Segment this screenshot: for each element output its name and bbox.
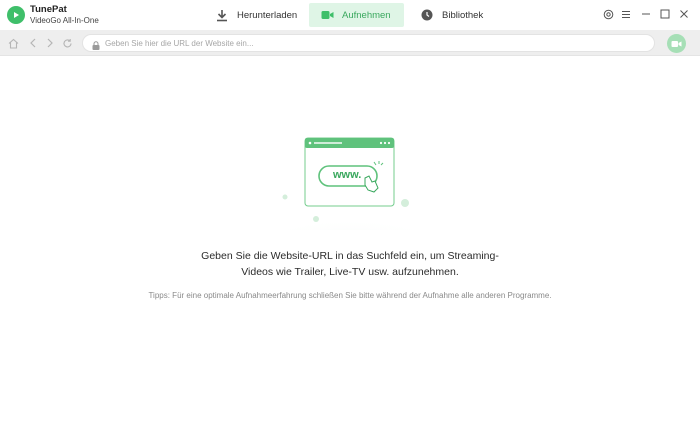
instruction-line-2: Videos wie Trailer, Live-TV usw. aufzune… [241, 266, 459, 278]
record-button[interactable] [667, 34, 686, 53]
tab-record[interactable]: Aufnehmen [309, 3, 404, 27]
settings-icon[interactable] [602, 8, 614, 20]
download-icon [215, 8, 229, 22]
instruction-line-1: Geben Sie die Website-URL in das Suchfel… [201, 250, 499, 262]
close-icon[interactable] [678, 8, 690, 20]
tab-record-label: Aufnehmen [342, 9, 391, 21]
url-bar [82, 34, 655, 52]
navigation-bar [0, 30, 700, 56]
forward-icon[interactable] [44, 37, 56, 49]
tip-text: Tipps: Für eine optimale Aufnahmeerfahru… [148, 291, 552, 300]
tab-library[interactable]: Bibliothek [420, 3, 483, 27]
clock-icon [420, 8, 434, 22]
app-subtitle: VideoGo All-In-One [30, 16, 99, 25]
tab-download[interactable]: Herunterladen [215, 3, 297, 27]
back-icon[interactable] [27, 37, 39, 49]
minimize-icon[interactable] [640, 8, 652, 20]
tab-library-label: Bibliothek [442, 9, 484, 21]
maximize-icon[interactable] [659, 8, 671, 20]
tab-download-label: Herunterladen [237, 9, 298, 21]
lock-icon [91, 38, 101, 50]
video-camera-icon [320, 8, 334, 22]
app-logo-icon [7, 6, 25, 24]
title-bar: TunePat VideoGo All-In-One Herunterladen… [0, 0, 700, 30]
browser-illustration: www. [255, 130, 445, 260]
app-name: TunePat [30, 4, 67, 15]
video-camera-icon [671, 40, 682, 48]
instruction-message: Geben Sie die Website-URL in das Suchfel… [150, 248, 550, 280]
menu-icon[interactable] [620, 8, 632, 20]
url-input[interactable] [105, 36, 645, 50]
home-icon[interactable] [7, 37, 19, 49]
refresh-icon[interactable] [61, 37, 73, 49]
illustration-text: www. [333, 169, 362, 181]
